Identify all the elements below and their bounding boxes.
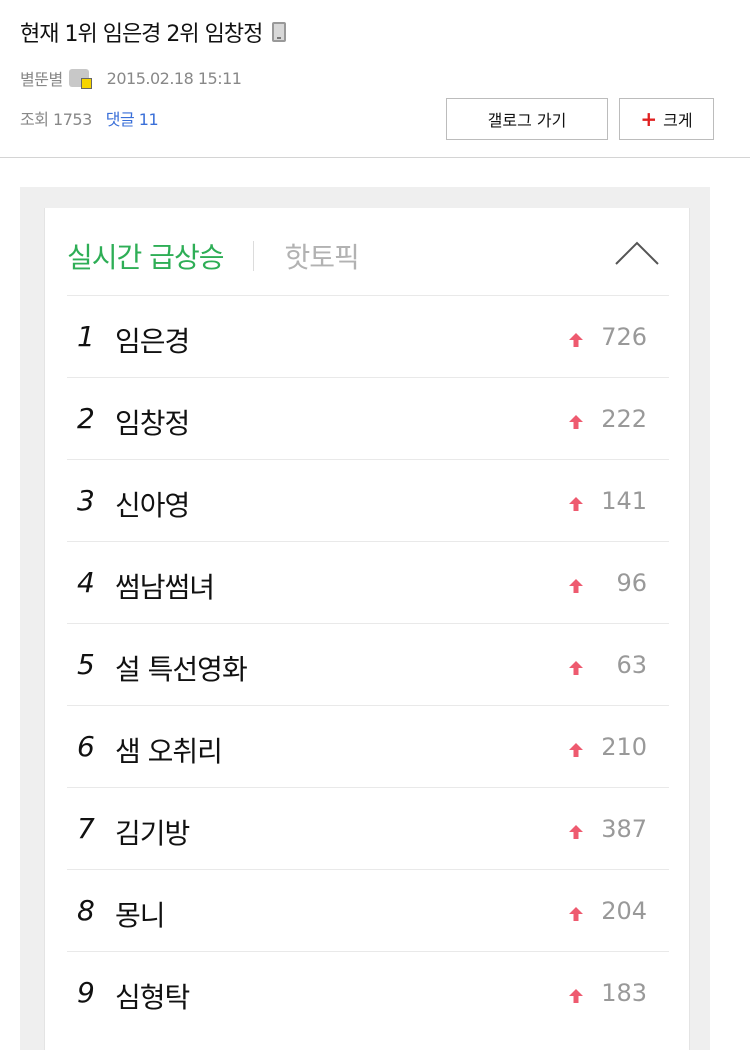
view-count: 조회 1753 [20,110,92,129]
ranking-row[interactable]: 2 임창정 222 [67,377,669,459]
rank-change-count: 141 [601,487,647,515]
realtime-ranking-panel: 실시간 급상승 핫토픽 1 임은경 726 2 임창정 222 3 신아영 14… [44,208,690,1050]
arrow-up-icon [569,579,583,593]
chevron-up-icon[interactable] [613,238,661,268]
comment-count-link[interactable]: 댓글 11 [106,106,159,130]
rank-keyword[interactable]: 몽니 [115,894,166,934]
plus-icon: + [640,107,658,131]
rank-change-count: 210 [601,733,647,761]
ranking-list: 1 임은경 726 2 임창정 222 3 신아영 141 4 썸남썸녀 96 … [67,295,669,1033]
post-stats: 조회 1753 댓글 11 [20,106,159,130]
rank-change-count: 222 [601,405,647,433]
ranking-row[interactable]: 1 임은경 726 [67,295,669,377]
rank-number: 9 [77,976,95,1009]
rank-change-count: 183 [601,979,647,1007]
arrow-up-icon [569,333,583,347]
post-datetime: 2015.02.18 15:11 [106,68,242,88]
post-title: 현재 1위 임은경 2위 임창정 [20,16,287,48]
arrow-up-icon [569,825,583,839]
ranking-row[interactable]: 8 몽니 204 [67,869,669,951]
rank-number: 4 [77,566,95,599]
rank-number: 1 [77,320,95,353]
ranking-tabs: 실시간 급상승 핫토픽 [67,236,360,276]
arrow-up-icon [569,661,583,675]
tab-realtime-rising[interactable]: 실시간 급상승 [67,236,224,276]
rank-number: 3 [77,484,95,517]
ranking-row[interactable]: 4 썸남썸녀 96 [67,541,669,623]
rank-number: 2 [77,402,95,435]
post-meta: 별뚠별 2015.02.18 15:11 [20,66,242,90]
ranking-row[interactable]: 6 샘 오취리 210 [67,705,669,787]
zoom-button-label: 크게 [663,111,693,130]
arrow-up-icon [569,907,583,921]
tab-divider [253,241,255,271]
author-name[interactable]: 별뚠별 [20,66,63,90]
zoom-button[interactable]: + 크게 [619,98,714,140]
rank-number: 6 [77,730,95,763]
mobile-icon [272,22,287,42]
rank-keyword[interactable]: 샘 오취리 [115,730,223,770]
member-level-icon [68,69,92,89]
rank-number: 8 [77,894,95,927]
rank-number: 7 [77,812,95,845]
rank-keyword[interactable]: 김기방 [115,812,190,852]
ranking-row[interactable]: 5 설 특선영화 63 [67,623,669,705]
rank-keyword[interactable]: 설 특선영화 [115,648,248,688]
tab-hot-topic[interactable]: 핫토픽 [284,236,359,276]
post-title-text: 현재 1위 임은경 2위 임창정 [20,22,263,47]
ranking-row[interactable]: 9 심형탁 183 [67,951,669,1033]
arrow-up-icon [569,415,583,429]
rank-change-count: 63 [616,651,647,679]
rank-change-count: 726 [601,323,647,351]
rank-change-count: 387 [601,815,647,843]
rank-change-count: 96 [616,569,647,597]
arrow-up-icon [569,497,583,511]
ranking-row[interactable]: 3 신아영 141 [67,459,669,541]
post-header: 현재 1위 임은경 2위 임창정 별뚠별 2015.02.18 15:11 조회… [0,0,750,158]
arrow-up-icon [569,989,583,1003]
rank-number: 5 [77,648,95,681]
ranking-row[interactable]: 7 김기방 387 [67,787,669,869]
rank-keyword[interactable]: 썸남썸녀 [115,566,215,606]
rank-keyword[interactable]: 임창정 [115,402,190,442]
rank-keyword[interactable]: 심형탁 [115,976,190,1016]
rank-change-count: 204 [601,897,647,925]
gallog-button[interactable]: 갤로그 가기 [446,98,608,140]
rank-keyword[interactable]: 임은경 [115,320,190,360]
arrow-up-icon [569,743,583,757]
rank-keyword[interactable]: 신아영 [115,484,190,524]
